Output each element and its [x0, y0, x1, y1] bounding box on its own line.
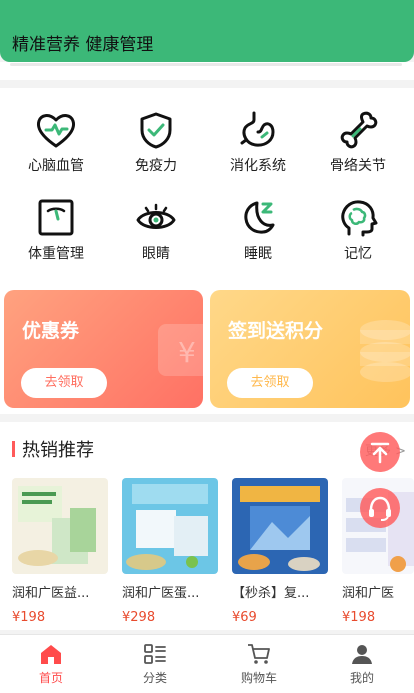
tab-label: 购物车 — [240, 671, 277, 685]
tab-cart[interactable]: 购物车 — [219, 643, 299, 686]
product-price: ¥69 — [232, 610, 257, 625]
coupon-ticket-icon: ¥ — [158, 324, 203, 376]
checkin-card[interactable]: 签到送积分 去领取 — [210, 290, 410, 408]
headset-icon — [369, 496, 391, 521]
category-bones[interactable]: 骨络关节 — [308, 110, 408, 175]
category-label: 消化系统 — [230, 158, 286, 174]
category-label: 心脑血管 — [28, 158, 84, 174]
brain-head-icon — [341, 200, 378, 237]
customer-service-button[interactable] — [360, 488, 400, 528]
app-header: 精准营养 健康管理 — [0, 0, 414, 62]
scale-icon — [38, 199, 74, 236]
tab-category[interactable]: 分类 — [115, 643, 195, 686]
checkin-title: 签到送积分 — [228, 320, 324, 342]
svg-text:¥: ¥ — [178, 336, 196, 369]
product-image — [232, 478, 328, 574]
category-weight[interactable]: 体重管理 — [6, 198, 106, 263]
heart-pulse-icon — [37, 114, 75, 148]
home-icon — [41, 645, 61, 664]
product-card[interactable]: 【秒杀】复... ¥69 — [232, 478, 330, 625]
category-grid: 心脑血管 免疫力 消化系统 骨络关节 体重管理 眼睛 睡眠 记忆 — [0, 88, 414, 278]
category-icon — [144, 644, 166, 664]
product-card[interactable]: 润和广医益... ¥198 — [12, 478, 110, 625]
coupon-claim-button[interactable]: 去领取 — [21, 368, 107, 398]
product-image — [12, 478, 108, 574]
back-to-top-button[interactable] — [360, 432, 400, 472]
moon-sleep-icon — [244, 201, 275, 234]
bone-icon — [340, 111, 378, 149]
tab-label: 分类 — [142, 671, 167, 685]
product-name: 润和广医益... — [12, 586, 90, 601]
tab-profile[interactable]: 我的 — [322, 643, 402, 686]
category-memory[interactable]: 记忆 — [308, 198, 408, 263]
tab-label: 首页 — [38, 671, 63, 685]
promo-section: ¥ 优惠券 去领取 签到送积分 去领取 — [0, 278, 414, 414]
category-immunity[interactable]: 免疫力 — [106, 110, 206, 175]
header-title: 精准营养 健康管理 — [12, 35, 154, 55]
category-label: 睡眠 — [244, 246, 272, 262]
category-eyes[interactable]: 眼睛 — [106, 198, 206, 263]
category-label: 体重管理 — [28, 246, 84, 262]
coupon-title: 优惠券 — [22, 320, 80, 342]
category-label: 记忆 — [344, 246, 372, 262]
category-label: 免疫力 — [135, 158, 177, 174]
shield-check-icon — [140, 112, 172, 149]
user-icon — [352, 645, 372, 664]
checkin-claim-button[interactable]: 去领取 — [227, 368, 313, 398]
arrow-up-icon — [370, 442, 390, 464]
category-cardiovascular[interactable]: 心脑血管 — [6, 110, 106, 175]
stomach-icon — [240, 111, 275, 147]
product-price: ¥298 — [122, 610, 156, 625]
bottom-tab-bar: 首页 分类 购物车 我的 — [0, 634, 414, 693]
product-price: ¥198 — [342, 610, 376, 625]
tab-label: 我的 — [349, 671, 374, 685]
section-accent-bar — [12, 441, 15, 457]
category-sleep[interactable]: 睡眠 — [208, 198, 308, 263]
header-divider — [0, 62, 414, 80]
cart-icon — [248, 644, 270, 664]
product-name: 【秒杀】复... — [232, 586, 310, 601]
coins-icon — [360, 320, 410, 382]
hot-section: 热销推荐 更多 > 润和广医益... ¥198 — [0, 422, 414, 630]
eye-icon — [136, 203, 176, 229]
tab-home[interactable]: 首页 — [11, 643, 91, 686]
product-image — [122, 478, 218, 574]
hot-section-title: 热销推荐 — [22, 440, 94, 461]
category-label: 眼睛 — [142, 246, 170, 262]
product-card[interactable]: 润和广医蛋... ¥298 — [122, 478, 220, 625]
product-name: 润和广医蛋... — [122, 586, 200, 601]
product-price: ¥198 — [12, 610, 46, 625]
category-digestion[interactable]: 消化系统 — [208, 110, 308, 175]
product-name: 润和广医 — [342, 586, 395, 601]
category-label: 骨络关节 — [330, 158, 386, 174]
coupon-card[interactable]: ¥ 优惠券 去领取 — [4, 290, 203, 408]
